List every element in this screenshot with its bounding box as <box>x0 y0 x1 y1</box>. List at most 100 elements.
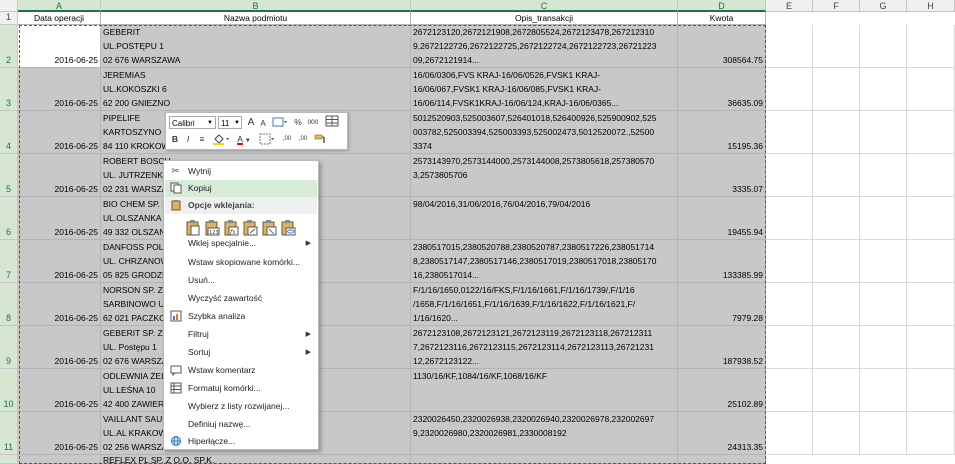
row-header-7[interactable]: 7 <box>0 240 18 283</box>
font-color-button[interactable]: A ▼ <box>234 133 254 146</box>
cell-amount[interactable]: 3335.07 <box>678 154 766 197</box>
empty-cell[interactable] <box>813 154 860 197</box>
select-all-corner[interactable] <box>0 0 18 12</box>
cell-description[interactable]: F/1/16/1650,0122/16/FKS,F/1/16/1661,F/1/… <box>411 283 678 326</box>
cell-amount[interactable]: 36635.09 <box>678 68 766 111</box>
menu-item-filter[interactable]: Filtruj ▶ <box>165 326 317 343</box>
bold-button[interactable]: B <box>170 133 180 146</box>
empty-cell[interactable] <box>813 412 860 455</box>
empty-cell[interactable] <box>907 154 955 197</box>
cell-date[interactable]: 2016-06-25 <box>18 25 101 68</box>
cell-amount[interactable]: 308564.75 <box>678 25 766 68</box>
percent-style-button[interactable]: % <box>293 116 303 129</box>
menu-item-paste-special[interactable]: Wklej specjalnie... ▶ <box>165 235 317 252</box>
increase-decimal-button[interactable]: ,00 <box>280 133 294 146</box>
borders-button[interactable] <box>258 133 276 146</box>
borders-table-button[interactable] <box>323 115 341 128</box>
empty-cell[interactable] <box>766 154 813 197</box>
cell-description[interactable]: 16/06/0306,FVS KRAJ-16/06/0526,FVSK1 KRA… <box>411 68 678 111</box>
cell-date[interactable]: 2016-06-25 <box>18 412 101 455</box>
header-cell-amount[interactable]: Kwota <box>678 12 766 25</box>
cell-date[interactable]: 2016-06-25 <box>18 111 101 154</box>
cell-amount[interactable]: 7979.28 <box>678 283 766 326</box>
column-header-a[interactable]: A <box>18 0 101 12</box>
menu-item-insert-copied-cells[interactable]: Wstaw skopiowane komórki... <box>165 254 317 271</box>
empty-cell[interactable] <box>766 240 813 283</box>
empty-cell[interactable] <box>860 283 907 326</box>
row-header-5[interactable]: 5 <box>0 154 18 197</box>
fill-color-button[interactable] <box>211 133 231 146</box>
empty-cell[interactable] <box>907 68 955 111</box>
format-painter-brush-button[interactable] <box>313 133 327 146</box>
menu-item-quick-analysis[interactable]: Szybka analiza <box>165 308 317 325</box>
menu-item-sort[interactable]: Sortuj ▶ <box>165 344 317 361</box>
empty-cell[interactable] <box>907 412 955 455</box>
cell-amount[interactable]: 25102.89 <box>678 369 766 412</box>
header-cell-date[interactable]: Data operacji <box>18 12 101 25</box>
empty-cell[interactable] <box>766 25 813 68</box>
empty-cell[interactable] <box>860 111 907 154</box>
cell-date[interactable]: 2016-06-25 <box>18 326 101 369</box>
cell-description[interactable]: 2672123120,2672121908,2672805524,2672123… <box>411 25 678 68</box>
empty-cell[interactable] <box>907 240 955 283</box>
empty-cell[interactable] <box>813 197 860 240</box>
cell-amount[interactable]: 19455.94 <box>678 197 766 240</box>
cell-name[interactable]: GEBERIT UL.POSTĘPU 1 02 676 WARSZAWA <box>101 25 411 68</box>
cell-date[interactable]: 2016-06-25 <box>18 68 101 111</box>
empty-cell[interactable] <box>813 25 860 68</box>
empty-cell[interactable] <box>907 197 955 240</box>
empty-cell[interactable] <box>907 326 955 369</box>
empty-cell[interactable] <box>813 369 860 412</box>
empty-cell[interactable] <box>860 326 907 369</box>
empty-cell[interactable] <box>813 111 860 154</box>
menu-item-format-cells[interactable]: Formatuj komórki... <box>165 380 317 397</box>
row-header-10[interactable]: 10 <box>0 369 18 412</box>
empty-cell[interactable] <box>907 111 955 154</box>
font-size-box[interactable]: 11 ▼ <box>218 116 242 129</box>
column-header-h[interactable]: H <box>907 0 955 12</box>
row-header-8[interactable]: 8 <box>0 283 18 326</box>
cell-description[interactable]: 2672123108,2672123121,2672123119,2672123… <box>411 326 678 369</box>
row-header-3[interactable]: 3 <box>0 68 18 111</box>
empty-cell[interactable] <box>907 369 955 412</box>
menu-item-copy[interactable]: Kopiuj <box>165 180 317 197</box>
cell-amount[interactable]: 15195.36 <box>678 111 766 154</box>
empty-cell[interactable] <box>766 283 813 326</box>
cell[interactable] <box>18 455 101 464</box>
menu-item-clear-contents[interactable]: Wyczyść zawartość <box>165 290 317 307</box>
cell-date[interactable]: 2016-06-25 <box>18 369 101 412</box>
empty-cell[interactable] <box>860 369 907 412</box>
cell-description[interactable]: 2380517015,2380520788,2380520787,2380517… <box>411 240 678 283</box>
empty-cell[interactable] <box>860 412 907 455</box>
cell[interactable] <box>411 455 678 464</box>
row-header-9[interactable]: 9 <box>0 326 18 369</box>
cell-description[interactable]: 5012520903,525003607,526401018,526400926… <box>411 111 678 154</box>
cell-date[interactable]: 2016-06-25 <box>18 197 101 240</box>
format-painter-button[interactable] <box>271 116 289 129</box>
align-center-button[interactable]: ≡ <box>196 133 208 146</box>
cell-amount[interactable]: 133385.99 <box>678 240 766 283</box>
cell-description[interactable]: 2320026450,2320026938,2320026940,2320026… <box>411 412 678 455</box>
row-header-1[interactable]: 1 <box>0 12 18 25</box>
empty-cell[interactable] <box>907 25 955 68</box>
italic-button[interactable]: I <box>183 133 193 146</box>
cell[interactable] <box>678 455 766 464</box>
empty-cell[interactable] <box>813 283 860 326</box>
empty-cell[interactable] <box>766 369 813 412</box>
cell-description[interactable]: 98/04/2016,31/06/2016,76/04/2016,79/04/2… <box>411 197 678 240</box>
cell-description[interactable]: 1130/16/KF,1084/16/KF,1068/16/KF <box>411 369 678 412</box>
menu-item-pick-from-list[interactable]: Wybierz z listy rozwijanej... <box>165 398 317 415</box>
column-header-d[interactable]: D <box>678 0 766 12</box>
shrink-font-button[interactable]: A <box>258 117 268 130</box>
empty-cell[interactable] <box>813 240 860 283</box>
menu-item-hyperlink[interactable]: Hiperłącze... <box>165 433 317 450</box>
row-header-11[interactable]: 11 <box>0 412 18 455</box>
row-header-12[interactable] <box>0 455 18 464</box>
menu-item-cut[interactable]: ✂ Wytnij <box>165 163 317 180</box>
cell-description[interactable]: 2573143970,2573144000,2573144008,2573805… <box>411 154 678 197</box>
empty-cell[interactable] <box>860 68 907 111</box>
row-header-4[interactable]: 4 <box>0 111 18 154</box>
menu-item-delete[interactable]: Usuń... <box>165 272 317 289</box>
row-header-6[interactable]: 6 <box>0 197 18 240</box>
cell-name[interactable]: REFLEX PL SP. Z O.O. SP.K. <box>101 455 411 464</box>
